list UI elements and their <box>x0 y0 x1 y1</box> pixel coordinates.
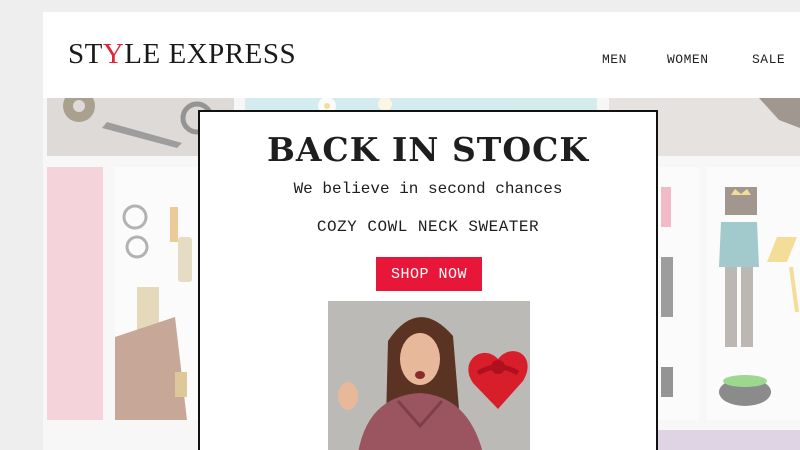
product-tile-pink[interactable] <box>47 167 103 420</box>
logo-text-accent: Y <box>102 38 125 70</box>
product-photo[interactable] <box>328 301 530 450</box>
popup-title: BACK IN STOCK <box>266 130 590 169</box>
model-with-heart-box-image <box>328 301 530 450</box>
logo-text-end: LE EXPRESS <box>124 38 297 70</box>
popup-subtitle: We believe in second chances <box>293 180 563 198</box>
product-tile-wizard[interactable] <box>707 167 800 420</box>
shop-now-button[interactable]: SHOP NOW <box>376 257 482 291</box>
back-in-stock-popup: BACK IN STOCK We believe in second chanc… <box>198 110 658 450</box>
site-header: STYLE EXPRESS MEN WOMEN SALE <box>43 12 800 98</box>
clothing-image <box>661 187 673 397</box>
site-logo[interactable]: STYLE EXPRESS <box>68 38 296 71</box>
nav-sale[interactable]: SALE <box>752 52 785 67</box>
product-name: COZY COWL NECK SWEATER <box>316 218 540 236</box>
logo-text-start: ST <box>68 38 103 70</box>
product-tile-lavender[interactable] <box>655 430 800 450</box>
wizard-illustration <box>719 187 799 406</box>
nav-women[interactable]: WOMEN <box>667 52 709 67</box>
product-tile-partial[interactable] <box>657 167 699 420</box>
nav-men[interactable]: MEN <box>602 52 627 67</box>
